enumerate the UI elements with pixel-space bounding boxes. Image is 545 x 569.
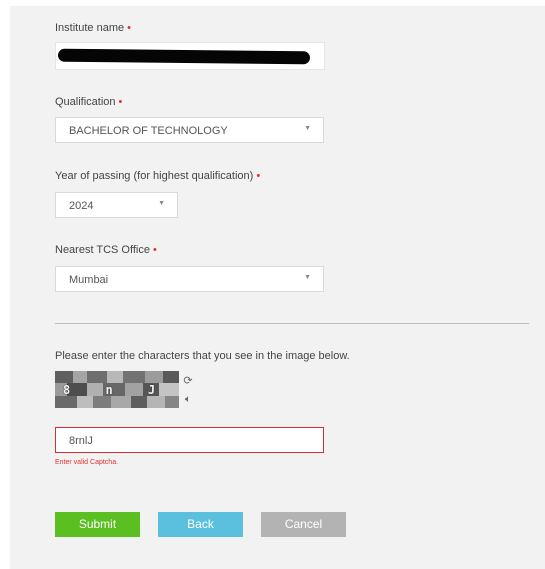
cancel-button[interactable]: Cancel [261, 512, 346, 537]
required-marker: • [152, 244, 157, 256]
year-of-passing-label-text: Year of passing (for highest qualificati… [55, 170, 254, 182]
nearest-office-select[interactable]: Mumbai ▼ [55, 266, 324, 292]
institute-name-label-text: Institute name [55, 22, 125, 34]
required-marker: • [127, 22, 131, 34]
qualification-selected-value: BACHELOR OF TECHNOLOGY [69, 125, 228, 137]
captcha-instruction: Please enter the characters that you see… [55, 350, 350, 362]
qualification-select[interactable]: BACHELOR OF TECHNOLOGY ▼ [55, 117, 324, 143]
required-marker: • [118, 96, 123, 108]
submit-button[interactable]: Submit [55, 512, 140, 537]
chevron-down-icon: ▼ [304, 125, 311, 132]
required-marker: • [256, 170, 261, 182]
refresh-icon[interactable]: ⟳ [181, 374, 195, 388]
chevron-down-icon: ▼ [158, 200, 165, 207]
redaction-mark [57, 48, 311, 65]
office-selected-value: Mumbai [69, 274, 109, 286]
qualification-label: Qualification • [55, 96, 122, 108]
captcha-error-message: Enter valid Captcha. [55, 459, 119, 466]
chevron-down-icon: ▼ [304, 274, 311, 281]
section-divider [55, 323, 529, 324]
captcha-characters: 8 n J [63, 383, 170, 397]
speaker-icon[interactable]: 🔈︎ [181, 393, 195, 407]
captcha-input[interactable]: 8rnlJ [55, 427, 324, 453]
qualification-label-text: Qualification [55, 96, 116, 108]
captcha-image: 8 n J [55, 371, 179, 408]
captcha-input-value: 8rnlJ [69, 435, 93, 447]
nearest-office-label-text: Nearest TCS Office [55, 244, 150, 256]
institute-name-input[interactable] [55, 42, 325, 70]
year-selected-value: 2024 [69, 200, 94, 212]
back-button[interactable]: Back [158, 512, 243, 537]
nearest-office-label: Nearest TCS Office • [55, 244, 157, 256]
year-of-passing-label: Year of passing (for highest qualificati… [55, 170, 260, 182]
institute-name-label: Institute name • [55, 22, 131, 34]
year-of-passing-select[interactable]: 2024 ▼ [55, 192, 178, 218]
